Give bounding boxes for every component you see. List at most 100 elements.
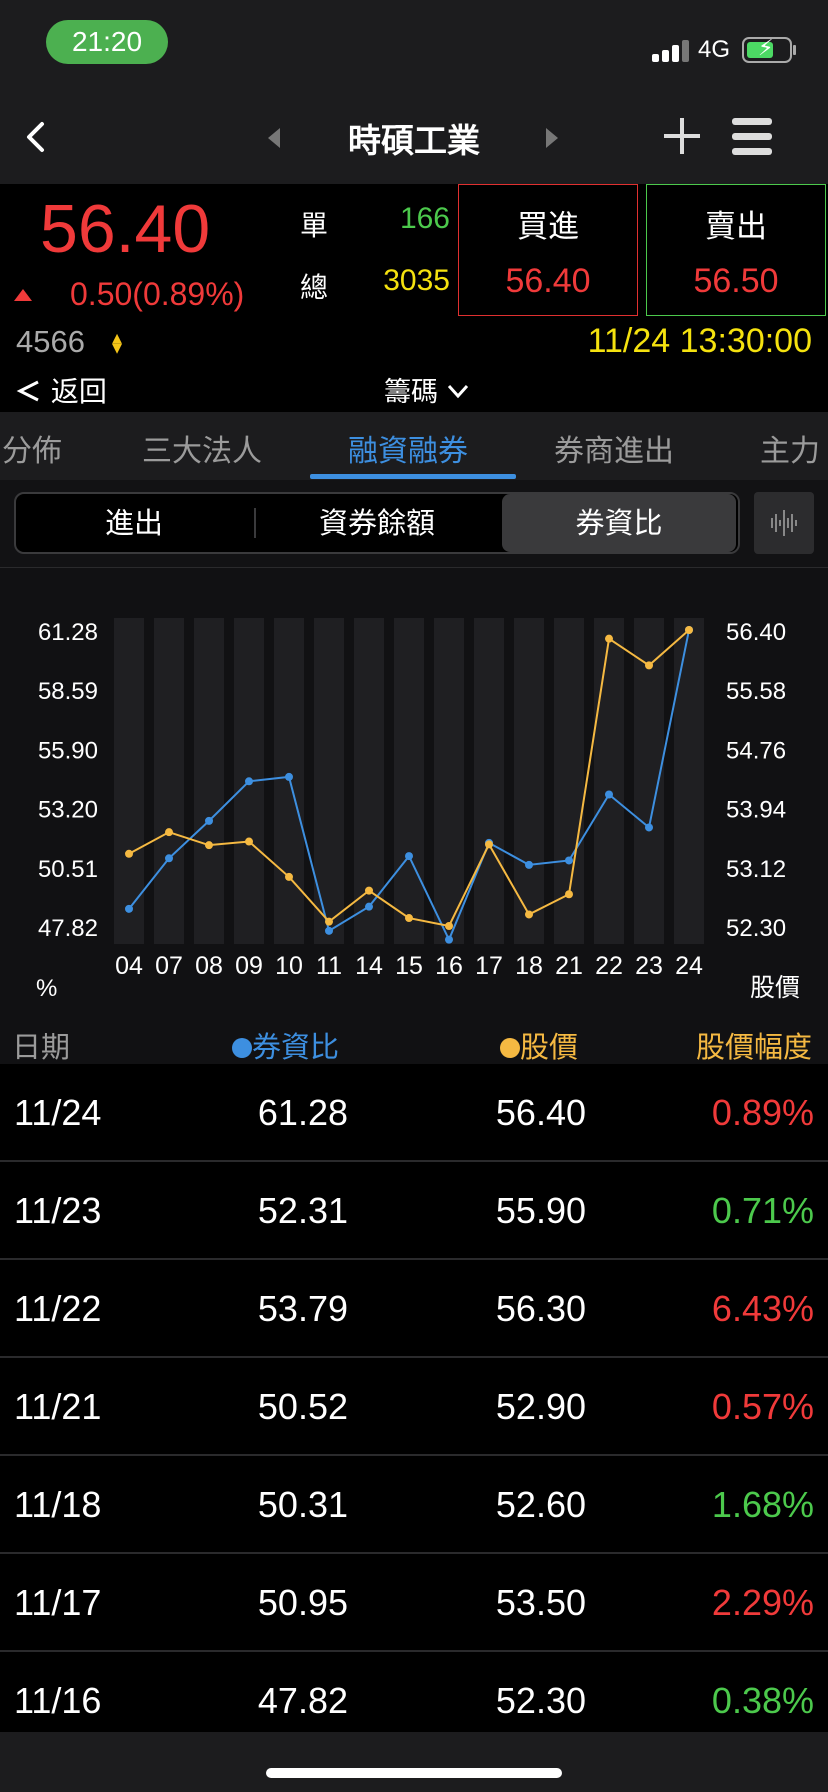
- back-chevron-icon[interactable]: [20, 120, 54, 154]
- series-point-ratio: [285, 772, 293, 781]
- ask-button[interactable]: 賣出 56.50: [646, 184, 826, 316]
- ratio-legend-dot-icon: [232, 1038, 252, 1058]
- sort-arrows-icon[interactable]: ▴ ▾: [112, 327, 122, 357]
- y-left-tick-label: 50.51: [38, 856, 98, 883]
- series-point-price: [485, 840, 493, 849]
- quote-header: 56.40 0.50(0.89%) 單 166 總 3035 買進 56.40 …: [0, 184, 828, 412]
- row-price-change-pct: 0.38%: [711, 1680, 814, 1721]
- col-pct-header: 股價幅度: [695, 1030, 812, 1064]
- series-point-ratio: [605, 790, 613, 799]
- row-price-change-pct: 0.71%: [711, 1190, 814, 1231]
- series-point-price: [165, 828, 173, 837]
- price-change-value: 0.50: [70, 276, 133, 312]
- row-price: 55.90: [495, 1190, 586, 1231]
- waveform-icon: [771, 510, 797, 536]
- series-point-ratio: [525, 860, 533, 869]
- tab-broker[interactable]: 券商進出: [554, 426, 674, 470]
- single-volume-value: 166: [399, 202, 450, 235]
- series-point-ratio: [205, 816, 213, 825]
- series-point-ratio: [165, 854, 173, 863]
- chart-column-band: [394, 618, 424, 944]
- price-legend-dot-icon: [500, 1038, 520, 1058]
- segment-in-out[interactable]: 進出: [16, 494, 252, 552]
- quote-datetime: 11/24 13:30:00: [587, 322, 812, 360]
- x-tick-label: 21: [555, 952, 583, 980]
- chart-column-band: [274, 618, 304, 944]
- row-date: 11/18: [14, 1484, 102, 1525]
- table-row[interactable]: 11/18 50.31 52.60 1.68%: [0, 1456, 828, 1554]
- home-area: [0, 1732, 828, 1792]
- back-link[interactable]: 返回: [16, 370, 107, 410]
- cellular-signal-icon: [652, 38, 696, 62]
- table-row[interactable]: 11/24 61.28 56.40 0.89%: [0, 1064, 828, 1162]
- series-point-price: [645, 661, 653, 670]
- row-ratio: 50.31: [257, 1484, 348, 1525]
- row-ratio: 53.79: [257, 1288, 348, 1329]
- series-point-price: [365, 886, 373, 895]
- total-volume-label: 總: [300, 271, 329, 304]
- segment-ratio[interactable]: 券資比: [502, 494, 736, 552]
- series-point-price: [605, 634, 613, 643]
- bid-label: 買進: [517, 209, 579, 245]
- row-date: 11/16: [14, 1680, 102, 1721]
- row-date: 11/17: [14, 1582, 102, 1623]
- table-row[interactable]: 11/17 50.95 53.50 2.29%: [0, 1554, 828, 1652]
- row-ratio: 50.95: [257, 1582, 348, 1623]
- ratio-price-chart: 61.28 58.59 55.90 53.20 50.51 47.82 56.40 55.58…: [0, 568, 828, 1020]
- y-right-unit: 股價: [750, 973, 800, 1002]
- chart-column-band: [154, 618, 184, 944]
- table-row[interactable]: 11/23 52.31 55.90 0.71%: [0, 1162, 828, 1260]
- last-price: 56.40: [40, 191, 211, 267]
- col-ratio-label: 券資比: [252, 1030, 340, 1064]
- row-price: 56.40: [495, 1092, 586, 1133]
- chart-column-band: [594, 618, 624, 944]
- bid-button[interactable]: 買進 56.40: [458, 184, 638, 316]
- back-arrow-icon: [16, 380, 39, 402]
- series-point-ratio: [245, 777, 253, 786]
- y-right-tick-label: 52.30: [726, 915, 786, 942]
- menu-icon[interactable]: [732, 118, 772, 156]
- chips-label: 籌碼: [384, 377, 438, 408]
- y-right-tick-label: 53.94: [726, 797, 786, 824]
- tab-distribution[interactable]: 分佈: [2, 426, 62, 470]
- y-left-tick-label: 53.20: [38, 797, 98, 824]
- next-stock-icon[interactable]: [546, 128, 558, 148]
- stock-code: 4566: [16, 324, 85, 359]
- chart-column-band: [314, 618, 344, 944]
- row-price: 53.50: [495, 1582, 586, 1623]
- chart-column-band: [434, 618, 464, 944]
- x-tick-label: 24: [675, 952, 703, 980]
- chips-dropdown[interactable]: 籌碼: [384, 370, 469, 409]
- chart-style-button[interactable]: [754, 492, 814, 554]
- tab-margin-trading[interactable]: 融資融券: [348, 426, 468, 470]
- tab-main-force[interactable]: 主力: [760, 426, 820, 470]
- series-point-price: [125, 849, 133, 858]
- y-right-tick-label: 55.58: [726, 678, 786, 705]
- home-indicator[interactable]: [266, 1768, 562, 1778]
- segment-balance[interactable]: 資券餘額: [256, 494, 498, 552]
- row-price-change-pct: 0.57%: [711, 1386, 814, 1427]
- single-volume-label: 單: [300, 209, 329, 242]
- table-row[interactable]: 11/21 50.52 52.90 0.57%: [0, 1358, 828, 1456]
- add-icon[interactable]: [662, 116, 702, 156]
- row-price: 52.30: [495, 1680, 586, 1721]
- series-point-ratio: [405, 852, 413, 861]
- prev-stock-icon[interactable]: [268, 128, 280, 148]
- chart-column-band: [194, 618, 224, 944]
- segment-bar: 進出 資券餘額 券資比: [0, 480, 828, 568]
- series-point-ratio: [125, 904, 133, 913]
- x-tick-label: 11: [316, 952, 342, 980]
- total-volume-value: 3035: [383, 264, 450, 297]
- series-point-ratio: [445, 935, 453, 944]
- row-ratio: 47.82: [257, 1680, 348, 1721]
- active-tab-indicator: [310, 474, 516, 479]
- nav-bar: 時碩工業: [0, 90, 828, 184]
- status-bar: 21:20 4G ⚡: [0, 0, 828, 90]
- table-header: 日期 券資比 股價 股價幅度: [0, 1020, 828, 1064]
- table-row[interactable]: 11/22 53.79 56.30 6.43%: [0, 1260, 828, 1358]
- tab-institutional[interactable]: 三大法人: [142, 426, 262, 470]
- stock-name-title: 時碩工業: [348, 121, 480, 160]
- series-point-price: [205, 841, 213, 850]
- x-tick-label: 07: [155, 952, 183, 980]
- series-point-price: [445, 922, 453, 930]
